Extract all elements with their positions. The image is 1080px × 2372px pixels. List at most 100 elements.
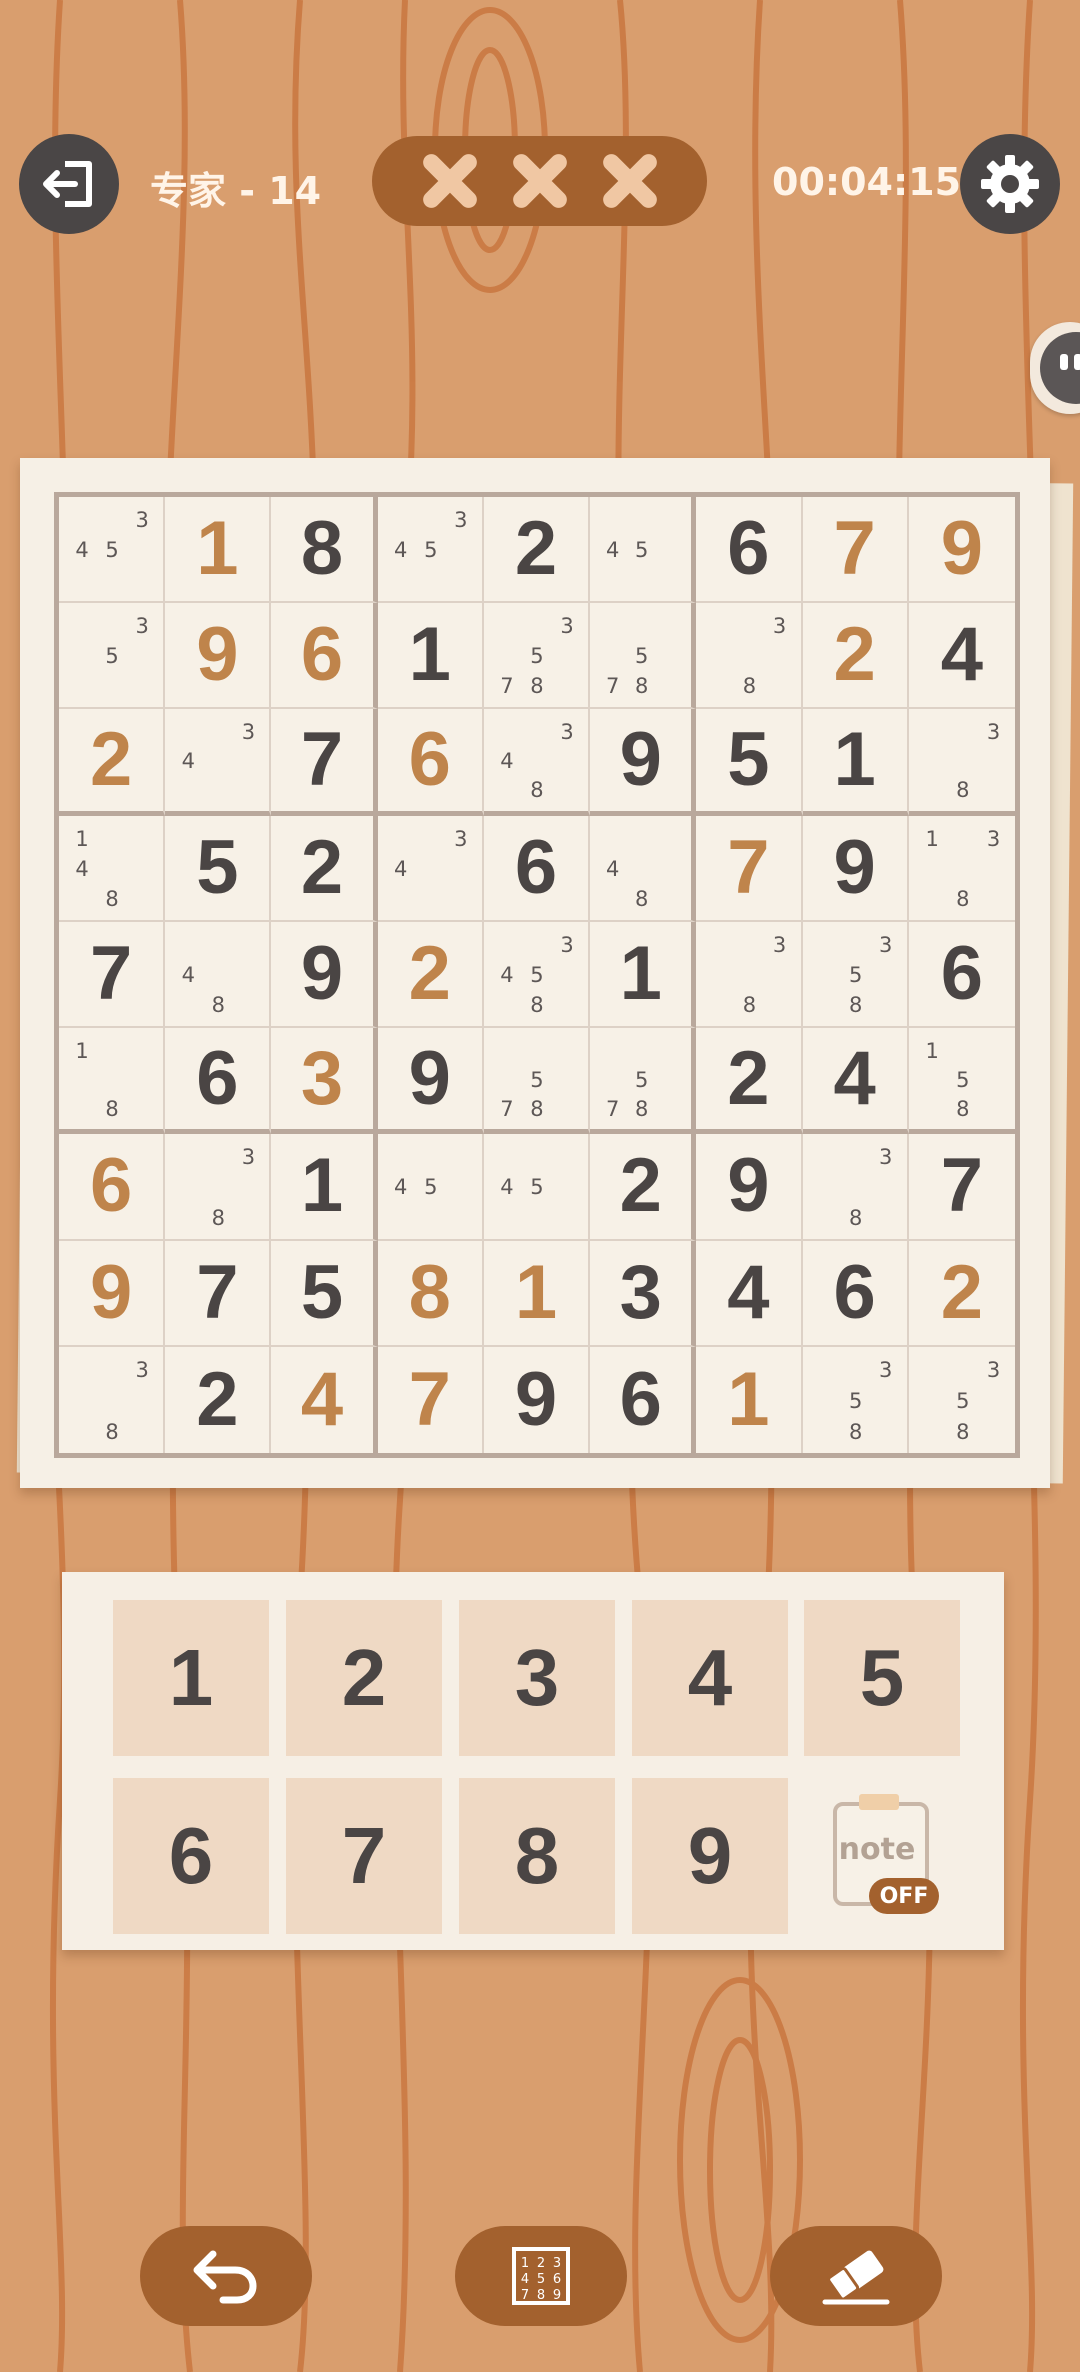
number-key-9[interactable]: 9 xyxy=(632,1778,788,1934)
note-toggle-button[interactable]: note OFF xyxy=(804,1774,960,1930)
sudoku-cell[interactable]: 45 xyxy=(377,1134,484,1241)
sudoku-cell[interactable]: 3 45 xyxy=(377,497,484,604)
sudoku-cell[interactable]: 3 xyxy=(271,1028,378,1135)
sudoku-cell[interactable]: 2 xyxy=(590,1134,697,1241)
sudoku-cell[interactable]: 35 8 xyxy=(802,921,909,1029)
sudoku-cell[interactable]: 9 xyxy=(802,815,909,922)
sudoku-cell[interactable]: 2 xyxy=(271,815,378,922)
sudoku-cell[interactable]: 3578 xyxy=(483,603,591,710)
sudoku-cell[interactable]: 38 xyxy=(165,1134,272,1241)
sudoku-cell[interactable]: 9 xyxy=(908,497,1015,604)
sudoku-cell[interactable]: 2 xyxy=(696,1028,803,1135)
number-key-7[interactable]: 7 xyxy=(286,1778,442,1934)
sudoku-cell[interactable]: 3 45 xyxy=(59,497,166,604)
gear-icon xyxy=(981,155,1039,213)
sudoku-cell[interactable]: 3 45 8 xyxy=(483,921,591,1029)
sudoku-cell[interactable]: 9 xyxy=(59,1240,166,1347)
sudoku-cell[interactable]: 6 xyxy=(696,497,803,604)
sudoku-cell[interactable]: 38 xyxy=(696,603,803,710)
sudoku-cell[interactable]: 2 xyxy=(802,603,909,710)
sudoku-cell[interactable]: 1 3 8 xyxy=(908,816,1015,922)
sudoku-cell[interactable]: 5 xyxy=(271,1240,378,1347)
sudoku-cell[interactable]: 8 xyxy=(271,497,378,604)
sudoku-cell[interactable]: 9 xyxy=(696,1134,803,1241)
sudoku-cell[interactable]: 7 xyxy=(378,1346,484,1453)
sudoku-cell[interactable]: 5 xyxy=(696,709,803,816)
sudoku-cell[interactable]: 48 xyxy=(165,921,272,1029)
sudoku-cell[interactable]: 2 xyxy=(165,1346,272,1453)
sudoku-cell[interactable]: 4 xyxy=(908,603,1015,710)
sudoku-cell[interactable]: 34 xyxy=(165,709,272,816)
sudoku-cell[interactable]: 6 xyxy=(908,922,1015,1029)
cell-note xyxy=(127,1094,157,1123)
sudoku-cell[interactable]: 35 8 xyxy=(803,1346,909,1453)
sudoku-cell[interactable]: 35 8 xyxy=(909,1347,1015,1453)
settings-button[interactable] xyxy=(960,134,1060,234)
sudoku-cell[interactable]: 6 xyxy=(59,1134,166,1241)
sudoku-cell[interactable]: 2 xyxy=(377,921,484,1029)
sudoku-cell[interactable]: 6 xyxy=(165,1028,272,1135)
cell-note: 3 xyxy=(986,826,1001,851)
sudoku-cell[interactable]: 1 xyxy=(590,921,697,1029)
sudoku-cell[interactable]: 8 xyxy=(377,1240,484,1347)
sudoku-cell[interactable]: 35 xyxy=(59,603,166,710)
sudoku-cell[interactable]: 9 xyxy=(590,709,697,816)
sudoku-cell[interactable]: 4 xyxy=(802,1028,909,1135)
sudoku-cell[interactable]: 7 xyxy=(696,815,803,922)
sudoku-cell[interactable]: 578 xyxy=(590,1028,697,1135)
sudoku-cell[interactable]: 1 xyxy=(377,603,484,710)
sudoku-cell[interactable]: 7 xyxy=(165,1240,272,1347)
sudoku-cell[interactable]: 4 xyxy=(696,1240,803,1347)
exit-button[interactable] xyxy=(19,134,119,234)
number-key-3[interactable]: 3 xyxy=(459,1600,615,1756)
erase-button[interactable] xyxy=(770,2226,942,2326)
sudoku-cell[interactable]: 1 xyxy=(271,1134,378,1241)
undo-button[interactable] xyxy=(140,2226,312,2326)
sudoku-cell[interactable]: 6 xyxy=(271,603,378,710)
sudoku-cell[interactable]: 2 xyxy=(908,1241,1015,1347)
sudoku-cell[interactable]: 9 xyxy=(165,603,272,710)
sudoku-cell[interactable]: 9 xyxy=(484,1346,591,1453)
sudoku-cell[interactable]: 2 xyxy=(483,497,591,604)
number-key-6[interactable]: 6 xyxy=(113,1778,269,1934)
sudoku-cell[interactable]: 38 xyxy=(59,1346,166,1453)
sudoku-cell[interactable]: 7 xyxy=(59,921,166,1029)
sudoku-cell[interactable]: 38 xyxy=(908,709,1015,816)
sudoku-cell[interactable]: 5 xyxy=(165,815,272,922)
hint-button[interactable]: 123 456 789 xyxy=(455,2226,627,2326)
sudoku-cell[interactable]: 9 xyxy=(377,1028,484,1135)
sudoku-cell[interactable]: 1 xyxy=(165,497,272,604)
sudoku-cell[interactable]: 7 xyxy=(908,1134,1015,1241)
number-key-5[interactable]: 5 xyxy=(804,1600,960,1756)
sudoku-cell[interactable]: 578 xyxy=(483,1028,591,1135)
number-key-2[interactable]: 2 xyxy=(286,1600,442,1756)
sudoku-cell[interactable]: 4 xyxy=(271,1346,378,1453)
sudoku-cell[interactable]: 7 xyxy=(802,497,909,604)
number-key-8[interactable]: 8 xyxy=(459,1778,615,1934)
sudoku-cell[interactable]: 38 xyxy=(696,921,803,1029)
sudoku-cell[interactable]: 6 xyxy=(377,709,484,816)
sudoku-cell[interactable]: 6 xyxy=(590,1346,697,1453)
sudoku-cell[interactable]: 7 xyxy=(271,709,378,816)
sudoku-cell[interactable]: 34 xyxy=(377,815,484,922)
sudoku-cell[interactable]: 45 xyxy=(483,1134,591,1241)
sudoku-cell[interactable]: 2 xyxy=(59,709,166,816)
sudoku-cell[interactable]: 578 xyxy=(590,603,697,710)
sudoku-cell[interactable]: 1 xyxy=(696,1346,803,1453)
number-key-1[interactable]: 1 xyxy=(113,1600,269,1756)
sudoku-cell[interactable]: 38 xyxy=(802,1134,909,1241)
sudoku-cell[interactable]: 9 xyxy=(271,921,378,1029)
sudoku-cell[interactable]: 48 xyxy=(590,815,697,922)
sudoku-cell[interactable]: 6 xyxy=(483,815,591,922)
sudoku-cell[interactable]: 1 xyxy=(802,709,909,816)
sudoku-cell[interactable]: 3 48 xyxy=(483,709,591,816)
sudoku-cell[interactable]: 15 8 xyxy=(908,1028,1015,1135)
sudoku-cell[interactable]: 6 xyxy=(802,1240,909,1347)
sudoku-cell[interactable]: 45 xyxy=(590,497,697,604)
number-key-4[interactable]: 4 xyxy=(632,1600,788,1756)
sudoku-cell[interactable]: 3 xyxy=(590,1240,697,1347)
sudoku-cell[interactable]: 1 xyxy=(483,1240,591,1347)
sudoku-cell[interactable]: 18 xyxy=(59,1028,166,1135)
cell-note xyxy=(598,505,627,535)
sudoku-cell[interactable]: 1 48 xyxy=(59,815,166,922)
